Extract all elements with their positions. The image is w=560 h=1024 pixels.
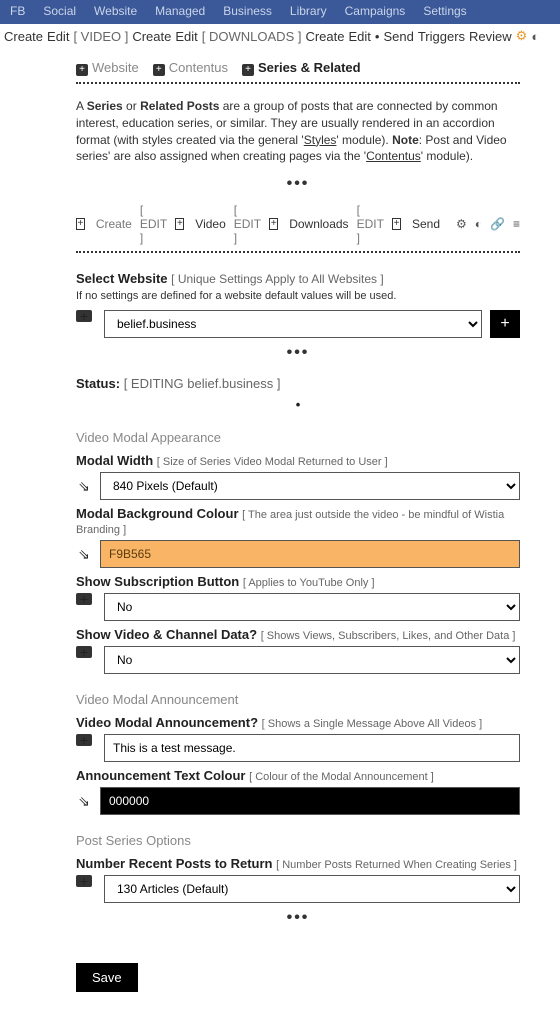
video-modal-appearance-header: Video Modal Appearance [76, 430, 520, 445]
subnav-edit-1[interactable]: Edit [47, 29, 69, 44]
channel-data-select[interactable]: No [104, 646, 520, 674]
tab-website[interactable]: +Website [76, 60, 139, 76]
nav-fb[interactable]: FB [10, 4, 25, 18]
post-series-header: Post Series Options [76, 833, 520, 848]
gear-icon[interactable]: ⚙ [456, 217, 467, 231]
subnav-create-2[interactable]: Create [132, 29, 171, 44]
link-icon[interactable]: 🔗 [490, 217, 505, 231]
subnav-video-bracket: [ VIDEO ] [73, 29, 128, 44]
announcement-color-label: Announcement Text Colour [ Colour of the… [76, 768, 520, 783]
announcement-color-input[interactable] [100, 787, 520, 815]
plus-icon: + [242, 64, 254, 76]
select-website-label: Select Website [ Unique Settings Apply t… [76, 271, 520, 286]
action-create[interactable]: Create [96, 217, 132, 231]
subnav-review[interactable]: Review [469, 29, 512, 44]
pie-icon[interactable]: ◐ [475, 217, 482, 231]
num-posts-select[interactable]: 130 Articles (Default) [104, 875, 520, 903]
modal-width-label: Modal Width [ Size of Series Video Modal… [76, 453, 520, 468]
nav-settings[interactable]: Settings [423, 4, 466, 18]
plus-icon[interactable]: + [76, 593, 92, 605]
nav-social[interactable]: Social [43, 4, 76, 18]
expand-icon[interactable]: + [175, 218, 184, 230]
plus-icon[interactable]: + [76, 875, 92, 887]
announcement-input[interactable] [104, 734, 520, 762]
channel-data-label: Show Video & Channel Data? [ Shows Views… [76, 627, 520, 642]
gear-icon[interactable]: ⚙ [516, 28, 528, 44]
action-downloads[interactable]: Downloads [289, 217, 348, 231]
save-button[interactable]: Save [76, 963, 138, 992]
nav-campaigns[interactable]: Campaigns [345, 4, 406, 18]
edit-bracket-2[interactable]: [ EDIT ] [234, 203, 262, 245]
subnav-create-1[interactable]: Create [4, 29, 43, 44]
top-nav: FB Social Website Managed Business Libra… [0, 0, 560, 24]
sub-nav: Create Edit [ VIDEO ] Create Edit [ DOWN… [0, 24, 560, 46]
subscription-button-select[interactable]: No [104, 593, 520, 621]
dots-separator: ••• [76, 909, 520, 927]
expand-icon[interactable]: + [269, 218, 278, 230]
plus-icon: + [76, 64, 88, 76]
subnav-edit-3[interactable]: Edit [349, 29, 371, 44]
subnav-send[interactable]: Send [383, 29, 413, 44]
subnav-edit-2[interactable]: Edit [175, 29, 197, 44]
modal-bg-label: Modal Background Colour [ The area just … [76, 506, 520, 536]
website-select[interactable]: belief.business [104, 310, 482, 338]
tab-contentus[interactable]: +Contentus [153, 60, 228, 76]
nav-library[interactable]: Library [290, 4, 327, 18]
expand-icon[interactable]: + [76, 218, 85, 230]
bucket-icon: ⇘ [76, 472, 92, 500]
edit-bracket-3[interactable]: [ EDIT ] [357, 203, 385, 245]
plus-icon[interactable]: + [76, 646, 92, 658]
plus-icon: + [153, 64, 165, 76]
plus-icon[interactable]: + [76, 310, 92, 322]
dots-separator: ••• [76, 344, 520, 362]
separator [76, 251, 520, 253]
separator [76, 82, 520, 84]
tab-series[interactable]: +Series & Related [242, 60, 361, 76]
edit-bracket-1[interactable]: [ EDIT ] [140, 203, 168, 245]
action-send[interactable]: Send [412, 217, 440, 231]
main-content: +Website +Contentus +Series & Related A … [0, 46, 560, 1022]
add-website-button[interactable]: + [490, 310, 520, 338]
status-line: Status: [ EDITING belief.business ] [76, 376, 520, 391]
subnav-triggers[interactable]: Triggers [418, 29, 465, 44]
dot-separator: • [76, 397, 520, 412]
action-video[interactable]: Video [195, 217, 225, 231]
nav-managed[interactable]: Managed [155, 4, 205, 18]
sub-button-label: Show Subscription Button [ Applies to Yo… [76, 574, 520, 589]
nav-business[interactable]: Business [223, 4, 272, 18]
plus-icon[interactable]: + [76, 734, 92, 746]
nav-website[interactable]: Website [94, 4, 137, 18]
subnav-downloads-bracket: [ DOWNLOADS ] [202, 29, 302, 44]
bucket-icon: ⇘ [76, 787, 92, 815]
bucket-icon: ⇘ [76, 540, 92, 568]
modal-width-select[interactable]: 840 Pixels (Default) [100, 472, 520, 500]
dots-separator: ••• [76, 175, 520, 193]
video-modal-announcement-header: Video Modal Announcement [76, 692, 520, 707]
module-tabs: +Website +Contentus +Series & Related [76, 60, 520, 76]
select-website-sub: If no settings are defined for a website… [76, 290, 520, 302]
intro-text: A Series or Related Posts are a group of… [76, 98, 520, 165]
subnav-dot: • [375, 29, 380, 44]
pie-icon[interactable]: ◐ [531, 29, 539, 44]
subnav-create-3[interactable]: Create [305, 29, 344, 44]
num-posts-label: Number Recent Posts to Return [ Number P… [76, 856, 520, 871]
modal-bg-input[interactable] [100, 540, 520, 568]
menu-icon[interactable]: ≡ [513, 217, 520, 231]
announcement-label: Video Modal Announcement? [ Shows a Sing… [76, 715, 520, 730]
expand-icon[interactable]: + [392, 218, 401, 230]
action-tabs: + Create [ EDIT ] + Video [ EDIT ] + Downlo… [76, 203, 520, 245]
